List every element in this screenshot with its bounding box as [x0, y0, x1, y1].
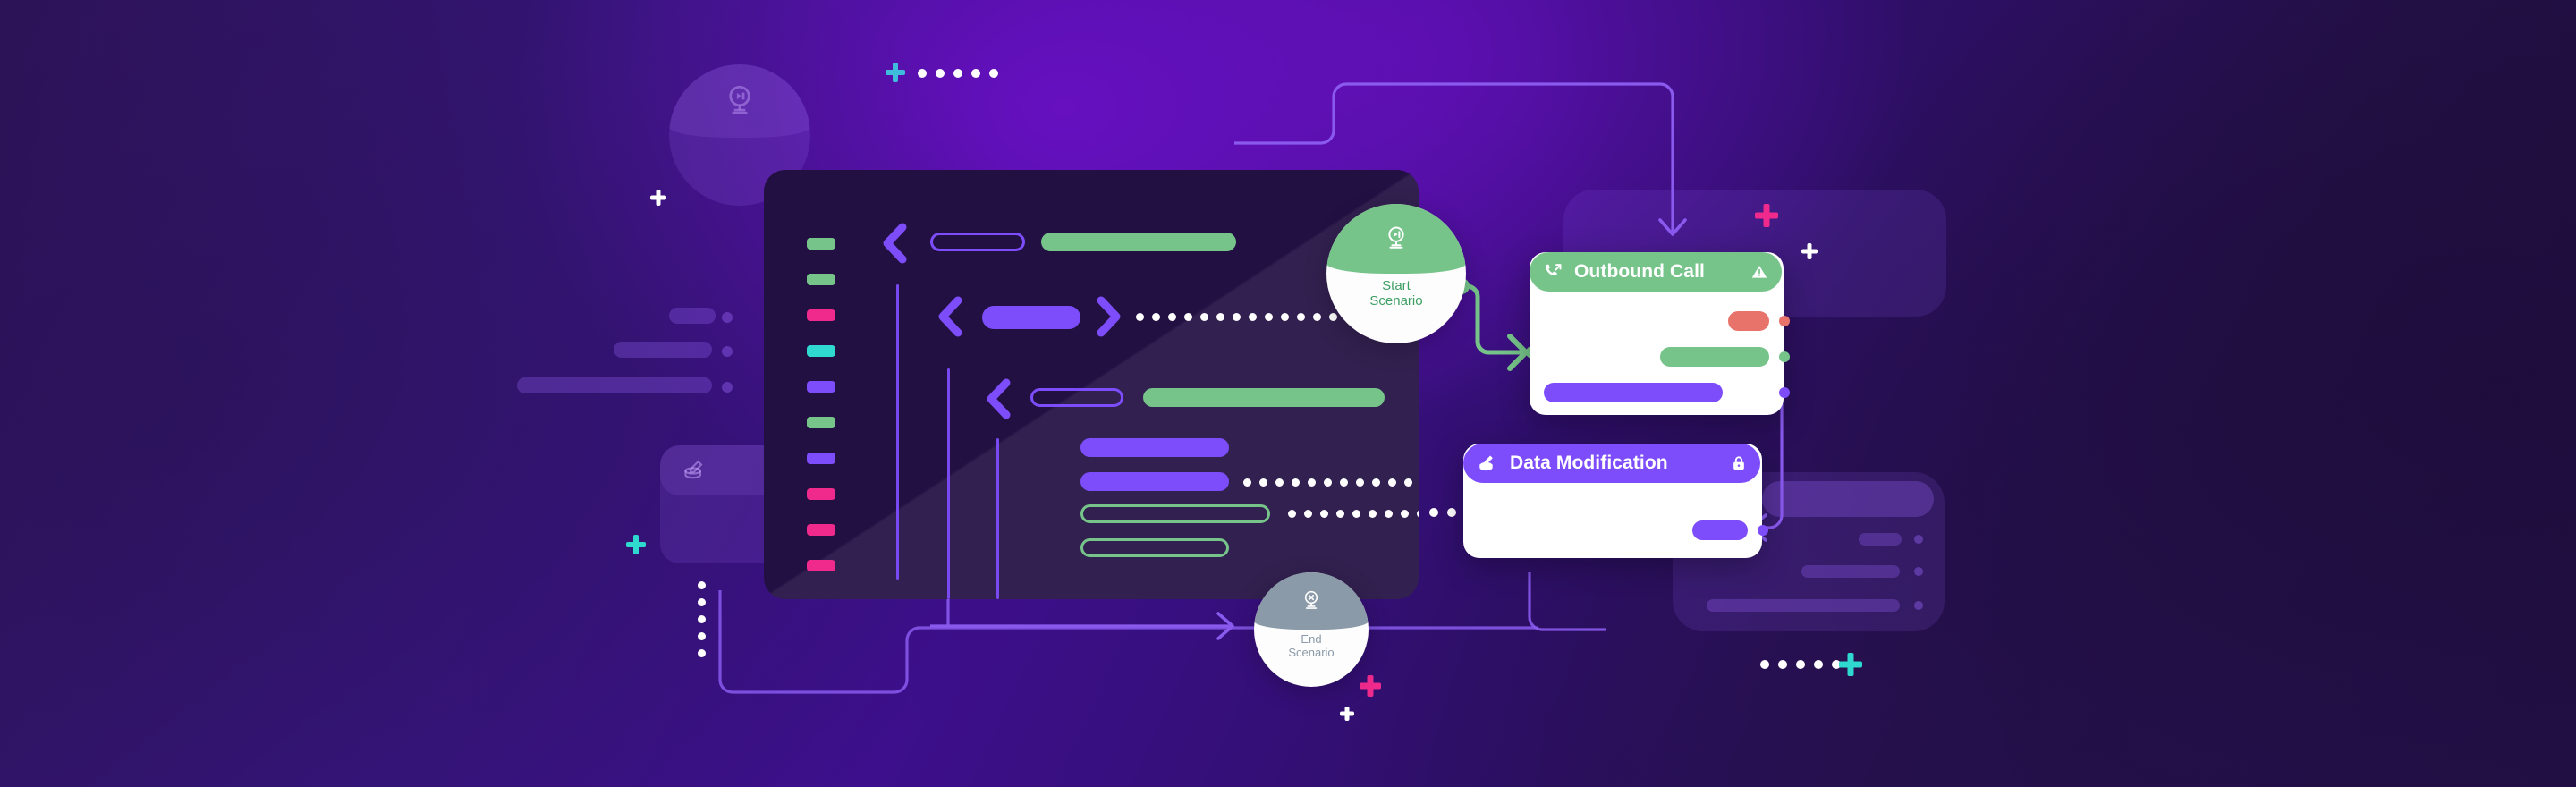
- gutter-swatch-7: [807, 453, 835, 464]
- plus-white-right: [1801, 243, 1818, 259]
- ghost-port-left-2: [722, 346, 733, 357]
- code-token-1a: [930, 233, 1025, 251]
- data-modification-header: Data Modification: [1463, 444, 1760, 483]
- ghost-bar-left-3: [517, 377, 712, 394]
- dot-cluster-bottom-right: [1760, 660, 1841, 669]
- outbound-row-error[interactable]: [1728, 311, 1769, 331]
- start-scenario-icon: [729, 85, 750, 114]
- ghost-bar-br-2: [1801, 565, 1900, 578]
- code-token-1b: [1041, 233, 1236, 251]
- gutter-swatch-5: [807, 381, 835, 393]
- outbound-port-default[interactable]: [1779, 387, 1790, 398]
- database-edit-icon: [1476, 452, 1499, 475]
- plus-cyan-bottom-right: [1839, 653, 1862, 676]
- data-row-default[interactable]: [1692, 520, 1748, 540]
- ghost-bar-br-header: [1762, 481, 1934, 517]
- outbound-port-success[interactable]: [1779, 351, 1790, 362]
- end-node-label-line2: Scenario: [1288, 645, 1335, 659]
- code-token-6a: [1080, 504, 1270, 523]
- plus-pink-right: [1755, 204, 1778, 227]
- code-token-3a: [1030, 388, 1123, 407]
- data-modification-title: Data Modification: [1510, 453, 1668, 473]
- code-editor-panel[interactable]: [764, 170, 1419, 599]
- outbound-row-success[interactable]: [1660, 347, 1769, 367]
- chevron-left-1: [878, 222, 909, 265]
- code-token-4a: [1080, 438, 1229, 457]
- ghost-port-br-1: [1914, 535, 1923, 544]
- database-edit-icon: [684, 460, 703, 479]
- dot-cluster-editor-left: [698, 581, 706, 657]
- ghost-port-br-3: [1914, 601, 1923, 610]
- gutter-swatch-2: [807, 274, 835, 285]
- card-outbound-call[interactable]: Outbound Call: [1530, 252, 1790, 415]
- outbound-call-title: Outbound Call: [1574, 261, 1705, 282]
- code-dots-6: [1288, 510, 1419, 518]
- outbound-call-icon: [1542, 261, 1563, 283]
- ghost-port-br-2: [1914, 567, 1923, 576]
- end-node-label-line1: End: [1301, 632, 1322, 646]
- data-port-default[interactable]: [1758, 525, 1768, 536]
- start-node-label: Start Scenario: [1369, 278, 1423, 309]
- lock-icon[interactable]: [1730, 454, 1748, 472]
- dot-cluster-top-left: [918, 69, 998, 78]
- outbound-port-error[interactable]: [1779, 316, 1790, 326]
- indent-guide-3: [996, 438, 999, 599]
- start-scenario-icon: [1388, 226, 1404, 249]
- chevron-right-2: [1093, 295, 1123, 338]
- gutter-swatch-1: [807, 238, 835, 250]
- gutter-swatch-4: [807, 345, 835, 357]
- chevron-left-3: [982, 377, 1013, 420]
- node-start-scenario[interactable]: Start Scenario: [1326, 204, 1466, 343]
- ghost-bar-br-3: [1707, 599, 1900, 612]
- gutter-swatch-9: [807, 524, 835, 536]
- plus-white-bottom: [1340, 707, 1354, 721]
- chevron-left-2: [934, 295, 964, 338]
- end-scenario-icon: [1304, 590, 1318, 609]
- warning-icon[interactable]: [1750, 262, 1769, 282]
- ghost-port-left-3: [722, 382, 733, 393]
- ghost-bar-left-1: [669, 308, 716, 324]
- end-node-label: End Scenario: [1288, 632, 1335, 659]
- ghost-bar-br-1: [1859, 533, 1902, 546]
- gutter-swatch-6: [807, 417, 835, 428]
- gutter-swatch-8: [807, 488, 835, 500]
- code-token-5a: [1080, 472, 1229, 491]
- ghost-port-left-1: [722, 312, 733, 323]
- card-data-modification[interactable]: Data Modification: [1463, 444, 1768, 558]
- plus-white-left: [650, 190, 666, 206]
- gutter-swatch-10: [807, 560, 835, 571]
- node-end-scenario[interactable]: End Scenario: [1254, 572, 1368, 687]
- outbound-row-default[interactable]: [1544, 383, 1723, 402]
- code-dots-5: [1243, 478, 1419, 487]
- code-token-7a: [1080, 538, 1229, 557]
- start-node-label-line2: Scenario: [1369, 292, 1423, 309]
- plus-pink-bottom: [1360, 675, 1381, 697]
- illustration-stage: Start Scenario End Scenario Outbound Cal…: [0, 0, 2576, 787]
- start-node-label-line1: Start: [1382, 278, 1411, 293]
- code-token-2a: [982, 306, 1080, 329]
- ghost-bar-left-2: [614, 342, 712, 358]
- code-token-3b: [1143, 388, 1385, 407]
- indent-guide-1: [896, 284, 899, 580]
- gutter-swatch-3: [807, 309, 835, 321]
- plus-cyan-left: [626, 535, 646, 554]
- outbound-call-header: Outbound Call: [1530, 252, 1782, 292]
- plus-cyan-top: [886, 63, 905, 82]
- indent-guide-2: [947, 368, 950, 599]
- dot-cluster-mid: [1429, 508, 1456, 517]
